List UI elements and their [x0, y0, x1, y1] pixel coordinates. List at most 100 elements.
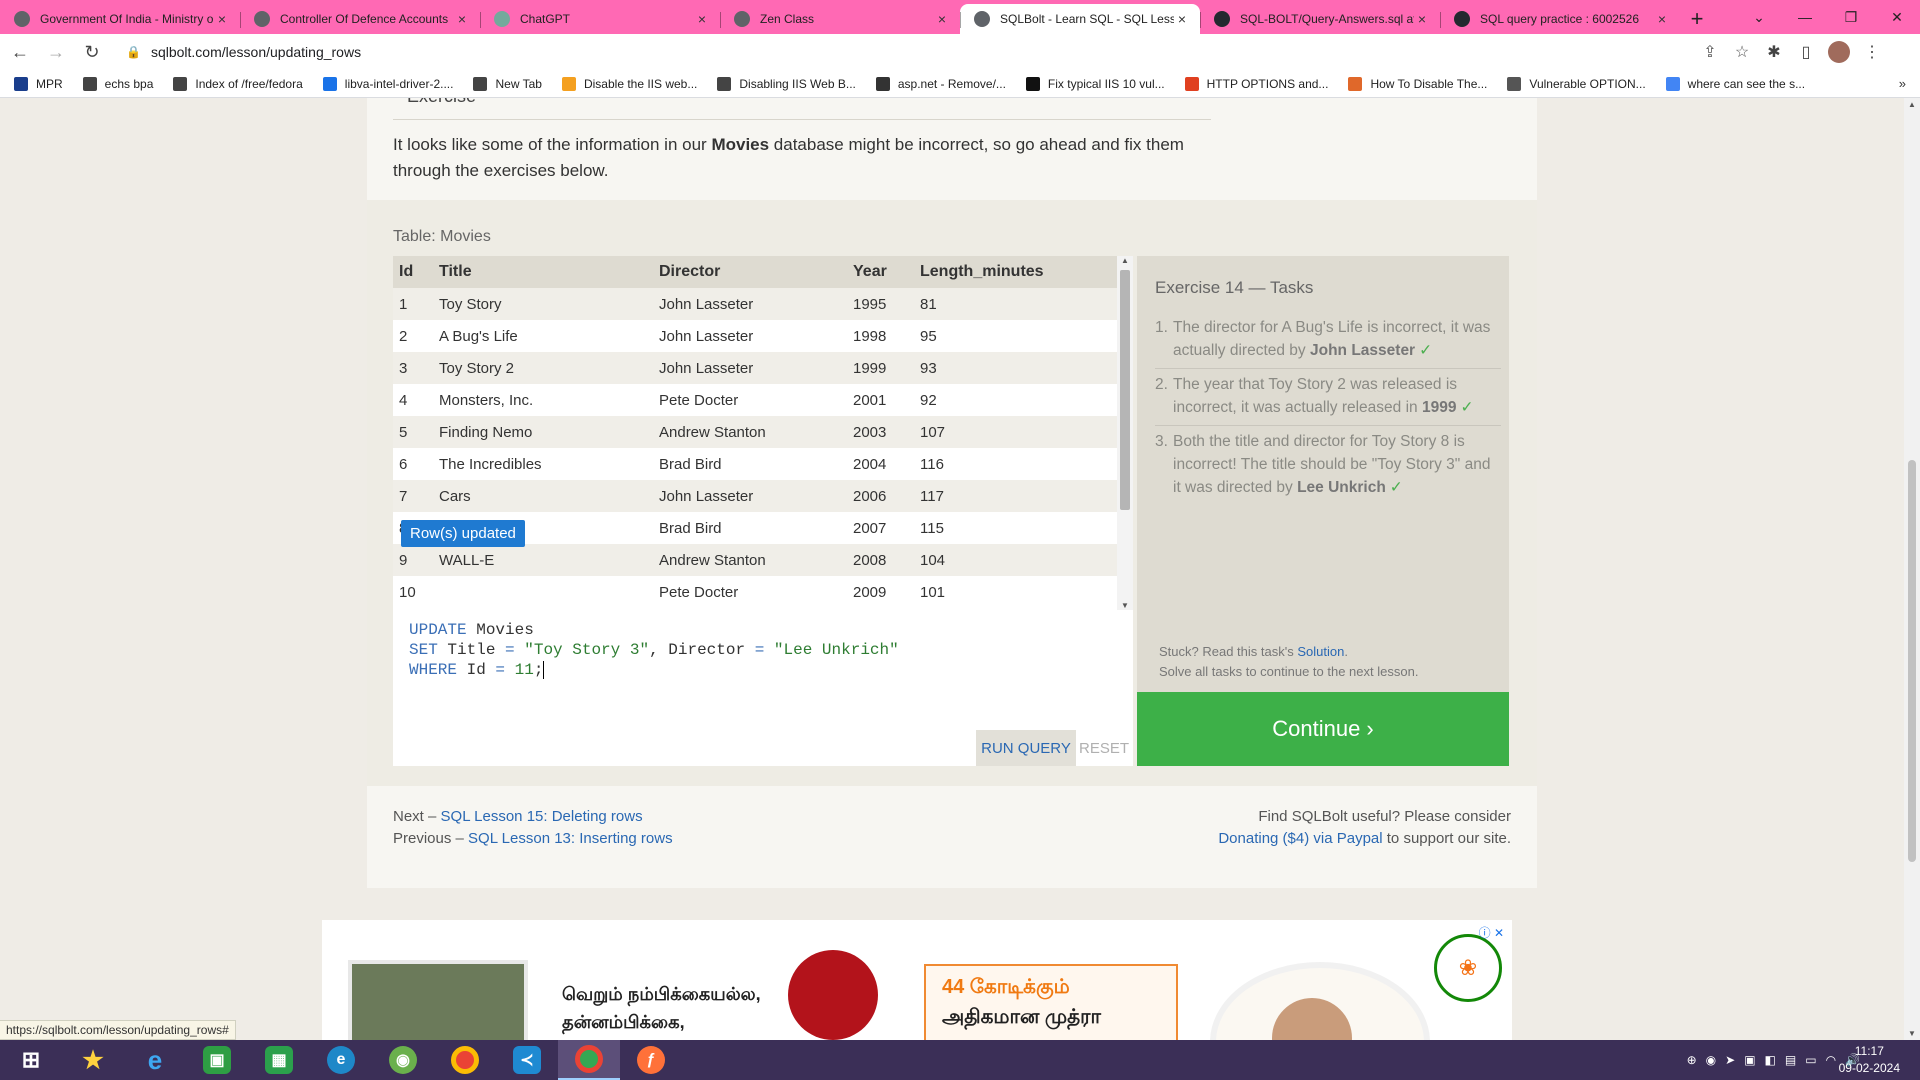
bookmark-item[interactable]: HTTP OPTIONS and... — [1184, 76, 1328, 91]
bookmark-item[interactable]: where can see the s... — [1665, 76, 1805, 91]
tab-search-icon[interactable]: ⌄ — [1736, 9, 1782, 26]
close-window-icon[interactable]: ✕ — [1874, 9, 1920, 26]
bookmark-item[interactable]: Vulnerable OPTION... — [1507, 76, 1646, 91]
clock-time: 11:17 — [1854, 1044, 1884, 1058]
browser-tab[interactable]: Controller Of Defence Accounts × — [240, 4, 480, 34]
previous-lesson-link[interactable]: SQL Lesson 13: Inserting rows — [468, 830, 673, 847]
back-icon[interactable]: ← — [4, 36, 36, 68]
column-header[interactable]: Director — [653, 256, 847, 288]
taskbar-app-ie[interactable]: e — [124, 1040, 186, 1080]
page-scroll-up-icon[interactable]: ▲ — [1904, 100, 1920, 109]
browser-tab[interactable]: SQL-BOLT/Query-Answers.sql at × — [1200, 4, 1440, 34]
advertisement-banner[interactable]: வெறும் நம்பிக்கையல்ல, தன்னம்பிக்கை, 44 க… — [322, 920, 1512, 1040]
scroll-up-icon[interactable]: ▲ — [1117, 256, 1133, 265]
telegram-icon[interactable]: ➤ — [1725, 1053, 1735, 1067]
task-body: The year that Toy Story 2 was released i… — [1173, 373, 1501, 419]
column-header[interactable]: Year — [847, 256, 914, 288]
new-tab-button[interactable]: + — [1680, 4, 1714, 34]
bookmark-favicon-icon — [561, 76, 576, 91]
browser-tab[interactable]: SQLBolt - Learn SQL - SQL Lesso × — [960, 4, 1200, 34]
url-text[interactable]: sqlbolt.com/lesson/updating_rows — [151, 44, 1694, 60]
bookmark-item[interactable]: echs bpa — [82, 76, 153, 91]
bookmark-item[interactable]: Index of /free/fedora — [173, 76, 303, 91]
taskbar-app-edge[interactable]: e — [310, 1040, 372, 1080]
browser-tab[interactable]: Government Of India - Ministry o × — [0, 4, 240, 34]
tab-close-icon[interactable]: × — [214, 11, 230, 27]
clock[interactable]: 11:17 09-02-2024 — [1839, 1043, 1900, 1077]
tab-close-icon[interactable]: × — [1414, 11, 1430, 27]
bookmark-item[interactable]: MPR — [14, 76, 63, 91]
solution-link[interactable]: Solution — [1297, 644, 1344, 659]
tab-close-icon[interactable]: × — [934, 11, 950, 27]
omnibox[interactable]: 🔒 sqlbolt.com/lesson/updating_rows ⇪ ☆ — [118, 37, 1758, 67]
bookmark-item[interactable]: libva-intel-driver-2.... — [322, 76, 453, 91]
tasks-panel: Exercise 14 — Tasks 1. The director for A… — [1137, 256, 1509, 692]
bookmark-item[interactable]: How To Disable The... — [1348, 76, 1487, 91]
tray-app-icon[interactable]: ▣ — [1744, 1053, 1755, 1067]
tab-close-icon[interactable]: × — [454, 11, 470, 27]
ad-box-line-1: 44 கோடிக்கும் — [942, 976, 1070, 998]
reset-button[interactable]: RESET — [1076, 730, 1132, 766]
column-header[interactable]: Id — [393, 256, 433, 288]
table-scrollbar[interactable]: ▲ ▼ — [1117, 256, 1133, 610]
page-scroll-down-icon[interactable]: ▼ — [1904, 1029, 1920, 1038]
wifi-icon[interactable]: ◠ — [1826, 1053, 1836, 1067]
restore-icon[interactable]: ❐ — [1828, 9, 1874, 26]
tray-app-icon-3[interactable]: ▤ — [1785, 1053, 1796, 1067]
lock-icon[interactable]: 🔒 — [126, 45, 141, 59]
next-lesson-link[interactable]: SQL Lesson 15: Deleting rows — [441, 808, 643, 825]
reload-icon[interactable]: ↻ — [76, 36, 108, 68]
tab-close-icon[interactable]: × — [1654, 11, 1670, 27]
chrome-icon — [451, 1046, 479, 1074]
taskbar-app-chrome[interactable] — [434, 1040, 496, 1080]
scroll-down-icon[interactable]: ▼ — [1117, 601, 1133, 610]
column-header[interactable]: Length_minutes — [914, 256, 1117, 288]
taskbar-app-store[interactable]: ▣ — [186, 1040, 248, 1080]
browser-tab[interactable]: ChatGPT × — [480, 4, 720, 34]
task-item: 2. The year that Toy Story 2 was released… — [1155, 369, 1501, 426]
tab-close-icon[interactable]: × — [1174, 11, 1190, 27]
profile-avatar[interactable] — [1828, 41, 1850, 63]
tab-favicon-icon — [254, 11, 270, 27]
bookmark-item[interactable]: New Tab — [473, 76, 542, 91]
page-scroll-thumb[interactable] — [1908, 460, 1916, 862]
taskbar-app-chrome-active[interactable] — [558, 1040, 620, 1080]
extensions-icon[interactable]: ✱ — [1758, 42, 1790, 62]
start-button[interactable]: ⊞ — [0, 1040, 62, 1080]
taskbar-app-favorites[interactable]: ★ — [62, 1040, 124, 1080]
bookmark-item[interactable]: Fix typical IIS 10 vul... — [1025, 76, 1165, 91]
ad-info-close-icon[interactable]: ⓘ ✕ — [1479, 924, 1504, 941]
taskbar-app-vscode[interactable]: ≺ — [496, 1040, 558, 1080]
tab-close-icon[interactable]: × — [694, 11, 710, 27]
display-icon[interactable]: ▭ — [1805, 1053, 1816, 1067]
table-cell: 1998 — [847, 320, 914, 352]
bookmark-item[interactable]: Disable the IIS web... — [561, 76, 697, 91]
donate-link[interactable]: Donating ($4) via Paypal — [1218, 830, 1382, 847]
bookmark-star-icon[interactable]: ☆ — [1726, 42, 1758, 62]
side-panel-icon[interactable]: ▯ — [1790, 42, 1822, 62]
taskbar-app-firefox[interactable]: ƒ — [620, 1040, 682, 1080]
network-globe-icon[interactable]: ⊕ — [1687, 1053, 1697, 1067]
table-row: 9 WALL-E Andrew Stanton 2008 104 — [393, 544, 1117, 576]
share-icon[interactable]: ⇪ — [1694, 42, 1726, 62]
tray-app-icon-2[interactable]: ◧ — [1765, 1053, 1776, 1067]
bookmark-label: Index of /free/fedora — [195, 76, 303, 91]
run-query-button[interactable]: RUN QUERY — [976, 730, 1076, 766]
browser-tab[interactable]: Zen Class × — [720, 4, 960, 34]
continue-button[interactable]: Continue › — [1137, 692, 1509, 766]
bookmark-item[interactable]: asp.net - Remove/... — [875, 76, 1006, 91]
table-cell: Toy Story 2 — [433, 352, 653, 384]
table-scroll-thumb[interactable] — [1120, 270, 1130, 510]
taskbar-app-calculator[interactable]: ▦ — [248, 1040, 310, 1080]
forward-icon[interactable]: → — [40, 36, 72, 68]
page-scrollbar[interactable]: ▲ ▼ — [1904, 98, 1920, 1040]
chrome-tray-icon[interactable]: ◉ — [1706, 1053, 1716, 1067]
bookmark-item[interactable]: Disabling IIS Web B... — [717, 76, 856, 91]
column-header[interactable]: Title — [433, 256, 653, 288]
minimize-icon[interactable]: — — [1782, 9, 1828, 25]
exercise-heading: Exercise — [393, 98, 1211, 120]
taskbar-app-globe[interactable]: ◉ — [372, 1040, 434, 1080]
menu-icon[interactable]: ⋮ — [1856, 42, 1888, 62]
bookmarks-overflow-icon[interactable]: » — [1899, 76, 1906, 91]
browser-tab[interactable]: SQL query practice : 6002526 × — [1440, 4, 1680, 34]
